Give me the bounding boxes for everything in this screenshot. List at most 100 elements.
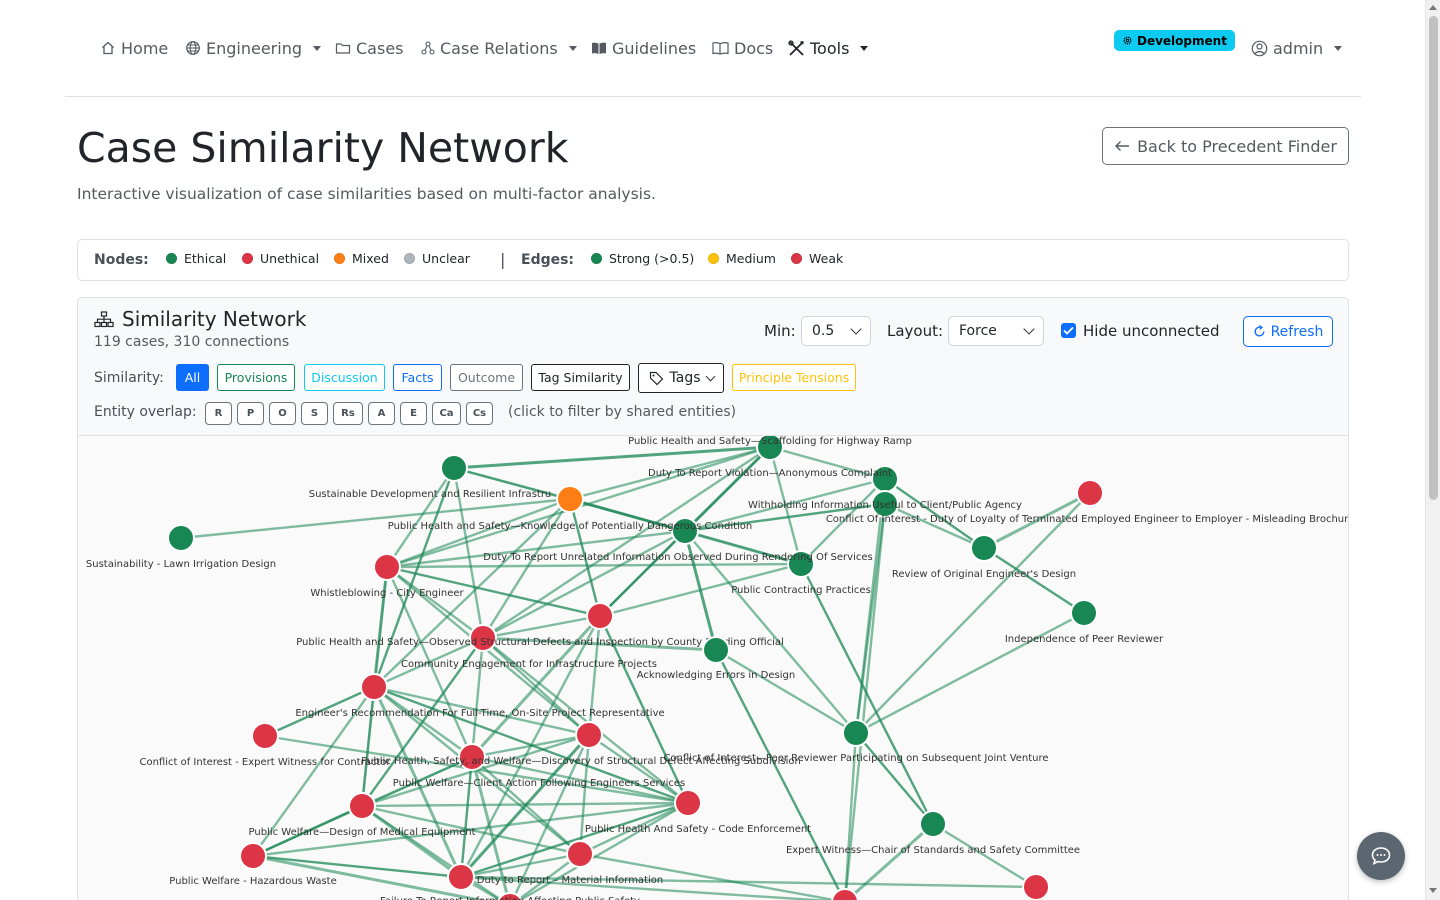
entity-filter-o[interactable]: O [269, 402, 296, 425]
nav-case-relations-dropdown[interactable]: Case Relations [421, 36, 577, 60]
node-layer: Public Health and Safety—Scaffolding for… [86, 433, 1349, 900]
graph-node-circle[interactable] [674, 789, 702, 817]
graph-node-circle[interactable] [556, 485, 584, 513]
graph-node[interactable]: Public Health And Safety - Code Enforcem… [566, 824, 811, 868]
graph-node[interactable]: Failure To Report Information Affecting … [380, 892, 640, 900]
environment-badge: Development [1114, 30, 1235, 51]
entity-filter-a[interactable]: A [368, 402, 395, 425]
legend-node-label: Ethical [184, 251, 227, 266]
similarity-filter-label: Similarity: [94, 370, 164, 386]
similarity-filter-facts[interactable]: Facts [393, 364, 442, 391]
graph-node-circle[interactable] [842, 719, 870, 747]
entity-filter-p[interactable]: P [237, 402, 264, 425]
nav-home-label: Home [121, 38, 169, 58]
graph-node-label: Public Health and Safety—Knowledge of Po… [388, 521, 753, 532]
graph-node-circle[interactable] [586, 602, 614, 630]
min-threshold-select[interactable]: 0.5 [801, 316, 871, 346]
graph-node[interactable]: Public Contracting Practices [586, 585, 871, 630]
scrollbar-thumb[interactable] [1429, 16, 1438, 500]
legend-nodes-label: Nodes: [94, 252, 149, 268]
graph-node-label: Community Engagement for Infrastructure … [401, 659, 657, 670]
nav-cases[interactable]: Cases [335, 36, 404, 60]
similarity-filter-provisions[interactable]: Provisions [217, 364, 295, 391]
graph-node-circle[interactable] [1022, 873, 1050, 900]
legend-edge-medium: Medium [708, 251, 776, 266]
back-to-precedent-finder-button[interactable]: Back to Precedent Finder [1102, 127, 1349, 165]
hide-unconnected-checkbox[interactable] [1061, 323, 1076, 338]
graph-node-label: Conflict of Interest - Expert Witness fo… [139, 757, 391, 768]
graph-node-circle[interactable] [348, 792, 376, 820]
nav-home[interactable]: Home [100, 36, 168, 60]
graph-node-circle[interactable] [919, 810, 947, 838]
legend-separator: | [500, 250, 506, 269]
user-menu-dropdown[interactable]: admin [1251, 36, 1343, 60]
similarity-edge [482, 637, 590, 736]
graph-node-circle[interactable] [447, 863, 475, 891]
tags-dropdown[interactable]: Tags [638, 363, 724, 393]
nav-docs[interactable]: Docs [712, 36, 773, 60]
graph-node-circle[interactable] [239, 842, 267, 870]
layout-select[interactable]: Force [948, 316, 1044, 346]
similarity-filter-principle-tensions[interactable]: Principle Tensions [732, 364, 856, 391]
similarity-filter-tag-similarity[interactable]: Tag Similarity [531, 364, 630, 391]
graph-node-circle[interactable] [373, 553, 401, 581]
graph-node-circle[interactable] [440, 454, 468, 482]
graph-node-circle[interactable] [1070, 599, 1098, 627]
network-graph-svg[interactable]: Public Health and Safety—Scaffolding for… [78, 433, 1349, 900]
book-icon [712, 42, 729, 55]
entity-filter-cs[interactable]: Cs [466, 402, 493, 425]
graph-node[interactable] [831, 888, 859, 900]
page-scrollbar[interactable] [1425, 0, 1440, 900]
graph-node-circle[interactable] [970, 534, 998, 562]
network-graph-canvas[interactable]: Public Health and Safety—Scaffolding for… [78, 433, 1349, 900]
refresh-button[interactable]: Refresh [1243, 316, 1333, 347]
graph-node-label: Withholding Information Useful to Client… [748, 500, 1022, 511]
legend-edge-strong: Strong (>0.5) [591, 251, 694, 266]
graph-node-circle[interactable] [360, 673, 388, 701]
min-threshold-label: Min: [764, 322, 796, 340]
entity-filter-s[interactable]: S [301, 402, 328, 425]
similarity-filter-all[interactable]: All [176, 364, 209, 391]
hide-unconnected-label[interactable]: Hide unconnected [1083, 322, 1220, 340]
diagram-3-icon [94, 310, 114, 327]
nav-guidelines[interactable]: Guidelines [591, 36, 696, 60]
graph-node[interactable]: Expert Witness—Chair of Standards and Sa… [786, 810, 1080, 856]
graph-node-label: Duty To Report Unrelated Information Obs… [483, 552, 872, 563]
similarity-filter-outcome[interactable]: Outcome [450, 364, 523, 391]
similarity-filter-discussion[interactable]: Discussion [304, 364, 385, 391]
graph-node-circle[interactable] [167, 524, 195, 552]
graph-node[interactable]: Conflict of Interest - Expert Witness fo… [139, 722, 391, 768]
entity-filter-r[interactable]: R [205, 402, 232, 425]
graph-node[interactable] [1022, 873, 1050, 900]
graph-node-circle[interactable] [575, 721, 603, 749]
graph-node[interactable]: Engineer's Recommendation For Full-Time,… [295, 708, 665, 749]
graph-node-circle[interactable] [566, 840, 594, 868]
similarity-edge [360, 686, 376, 807]
graph-node[interactable]: Sustainable Development and Resilient In… [309, 485, 584, 513]
graph-node-circle[interactable] [831, 888, 859, 900]
graph-node-label: Conflict Of Interest - Duty of Loyalty o… [826, 514, 1349, 525]
graph-node-circle[interactable] [702, 636, 730, 664]
entity-filter-rs[interactable]: Rs [333, 402, 363, 425]
entity-filter-e[interactable]: E [400, 402, 427, 425]
scroll-down-arrow-icon[interactable] [1429, 888, 1437, 893]
graph-node[interactable]: Conflict of Interest—Peer Reviewer Parti… [663, 719, 1049, 764]
chat-assistant-button[interactable] [1357, 832, 1405, 880]
scroll-up-arrow-icon[interactable] [1429, 5, 1437, 10]
graph-node-label: Conflict of Interest—Peer Reviewer Parti… [663, 753, 1048, 764]
nav-engineering-dropdown[interactable]: Engineering [185, 36, 321, 60]
graph-node-circle[interactable] [251, 722, 279, 750]
nav-tools-dropdown[interactable]: Tools [788, 36, 869, 60]
graph-node-label: Public Welfare—Client Action Following E… [393, 778, 685, 789]
graph-node[interactable] [440, 454, 468, 482]
entity-filter-ca[interactable]: Ca [432, 402, 461, 425]
graph-node[interactable]: Review of Original Engineer's Design [892, 534, 1076, 580]
graph-node[interactable]: Independence of Peer Reviewer [1005, 599, 1164, 645]
legend-dot [591, 253, 602, 264]
network-stats: 119 cases, 310 connections [94, 334, 290, 350]
graph-node-circle[interactable] [1076, 479, 1104, 507]
graph-node[interactable]: Public Health and Safety—Knowledge of Po… [388, 517, 753, 545]
similarity-edge [470, 637, 485, 758]
graph-node[interactable]: Duty To Report Violation—Anonymous Compl… [648, 465, 899, 493]
graph-node[interactable]: Public Health and Safety—Scaffolding for… [628, 433, 912, 461]
